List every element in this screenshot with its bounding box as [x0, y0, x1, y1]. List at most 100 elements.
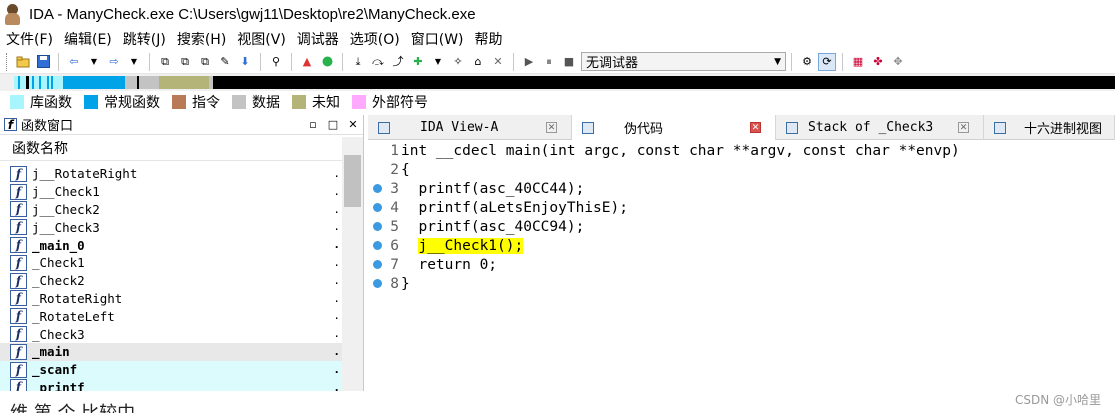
- menu-edit[interactable]: 编辑(E): [58, 29, 117, 49]
- green-dot-icon[interactable]: [318, 53, 336, 71]
- segment-marker: .: [333, 327, 340, 341]
- toolbar-grip[interactable]: [6, 52, 9, 71]
- function-list-item[interactable]: f _Check3.: [0, 325, 342, 343]
- functions-window-titlebar[interactable]: f 函数窗口 ▫ □ ✕: [0, 115, 363, 135]
- maximize-icon[interactable]: □: [323, 118, 343, 131]
- function-list-item[interactable]: f _RotateRight.: [0, 290, 342, 308]
- menu-debugger[interactable]: 调试器: [291, 29, 344, 49]
- tab-ida-view-a[interactable]: IDA View-A ✕: [368, 115, 572, 140]
- float-icon[interactable]: ▫: [303, 118, 323, 131]
- menu-options[interactable]: 选项(O): [344, 29, 405, 49]
- function-list-item[interactable]: f _main.: [0, 342, 342, 361]
- navigation-strip[interactable]: [14, 76, 1115, 89]
- pause-icon[interactable]: ⏸: [540, 53, 558, 71]
- code-line[interactable]: 1 int __cdecl main(int argc, const char *…: [368, 141, 1115, 160]
- pseudocode-view[interactable]: 1 int __cdecl main(int argc, const char *…: [368, 140, 1115, 391]
- title-bar: IDA - ManyCheck.exe C:\Users\gwj11\Deskt…: [0, 0, 1115, 28]
- chevron-down-icon: ▼: [774, 56, 781, 67]
- code-line[interactable]: 8}: [368, 274, 1115, 293]
- close-icon[interactable]: ✕: [958, 122, 969, 133]
- breakpoint-icon[interactable]: ✧: [449, 53, 467, 71]
- function-list-item[interactable]: f j__RotateRight.: [0, 165, 342, 183]
- graph-icon[interactable]: ▲: [298, 53, 316, 71]
- step-out-icon[interactable]: ⤴: [389, 53, 407, 71]
- chevron-down-icon[interactable]: ▼: [85, 53, 103, 71]
- breakpoint-dot-icon[interactable]: [373, 222, 382, 231]
- menu-file[interactable]: 文件(F): [0, 29, 58, 49]
- breakpoint-dot-icon[interactable]: [373, 203, 382, 212]
- close-icon[interactable]: ✕: [489, 53, 507, 71]
- breakpoint-dot-icon[interactable]: [373, 184, 382, 193]
- close-icon[interactable]: ✕: [343, 118, 363, 131]
- chevron-down-icon[interactable]: ▼: [125, 53, 143, 71]
- segment-marker: .: [333, 220, 340, 234]
- pin-icon[interactable]: ✤: [869, 53, 887, 71]
- step-into-icon[interactable]: ⤓: [349, 53, 367, 71]
- code-line[interactable]: 3 printf(asc_40CC44);: [368, 179, 1115, 198]
- function-name-column-header[interactable]: 函数名称: [0, 135, 363, 161]
- download-icon[interactable]: ⬇: [236, 53, 254, 71]
- save-icon[interactable]: [34, 53, 52, 71]
- copy-icon[interactable]: ⧉: [156, 53, 174, 71]
- menu-view[interactable]: 视图(V): [231, 29, 291, 49]
- function-list-item[interactable]: f j__Check2.: [0, 201, 342, 219]
- run-icon[interactable]: ▶: [520, 53, 538, 71]
- chevron-down-icon[interactable]: ▼: [429, 53, 447, 71]
- tab-pseudocode[interactable]: 伪代码 ✕: [572, 115, 776, 140]
- code-line[interactable]: 4 printf(aLetsEnjoyThisE);: [368, 198, 1115, 217]
- legend-label: 指令: [192, 95, 220, 111]
- code-line[interactable]: 5 printf(asc_40CC94);: [368, 217, 1115, 236]
- menu-help[interactable]: 帮助: [469, 29, 508, 49]
- navigation-band[interactable]: [0, 74, 1115, 91]
- function-list-item[interactable]: f _printf.: [0, 378, 342, 391]
- breakpoint-dot-icon[interactable]: [373, 260, 382, 269]
- menu-search[interactable]: 搜索(H): [171, 29, 231, 49]
- tab-stack-of-check3[interactable]: Stack of _Check3 ✕: [776, 115, 984, 140]
- line-number: 7: [390, 256, 399, 273]
- open-icon[interactable]: [14, 53, 32, 71]
- list-icon[interactable]: ▦: [849, 53, 867, 71]
- scrollbar-thumb[interactable]: [344, 155, 361, 207]
- code-text: j__Check1();: [401, 237, 524, 254]
- function-list-scrollbar[interactable]: [342, 137, 363, 391]
- binoculars-icon[interactable]: ⚲: [267, 53, 285, 71]
- code-line[interactable]: 6 j__Check1();: [368, 236, 1115, 255]
- close-icon[interactable]: ✕: [750, 122, 761, 133]
- attach-icon[interactable]: ⚙: [798, 53, 816, 71]
- segment-marker: .: [333, 309, 340, 323]
- function-list-item[interactable]: f _scanf.: [0, 360, 342, 379]
- function-list-item[interactable]: f _Check1.: [0, 254, 342, 272]
- function-name: j__Check1: [32, 184, 100, 200]
- function-list-item[interactable]: f _RotateLeft.: [0, 307, 342, 325]
- ida-app-icon: [3, 3, 23, 25]
- segment-marker: .: [333, 362, 340, 376]
- toolbar-separator: [291, 52, 292, 71]
- function-list-item[interactable]: f j__Check3.: [0, 218, 342, 236]
- breakpoint-dot-icon[interactable]: [373, 241, 382, 250]
- back-icon[interactable]: ⇦: [65, 53, 83, 71]
- function-list-item[interactable]: f _main_0.: [0, 236, 342, 254]
- function-list-item[interactable]: f j__Check1.: [0, 183, 342, 201]
- legend-item-regular: 常规函数: [84, 92, 160, 112]
- debugger-select[interactable]: 无调试器 ▼: [581, 52, 786, 71]
- function-icon: f: [10, 290, 27, 307]
- close-icon[interactable]: ✕: [546, 122, 557, 133]
- trace-icon[interactable]: ⌂: [469, 53, 487, 71]
- run-to-icon[interactable]: ✚: [409, 53, 427, 71]
- paste-icon[interactable]: ⧉: [176, 53, 194, 71]
- unpin-icon[interactable]: ✥: [889, 53, 907, 71]
- step-over-icon[interactable]: ⤼: [369, 53, 387, 71]
- tab-hex-view[interactable]: 十六进制视图: [984, 115, 1115, 140]
- stop-icon[interactable]: ■: [560, 53, 578, 71]
- code-line[interactable]: 7 return 0;: [368, 255, 1115, 274]
- code-line[interactable]: 2{: [368, 160, 1115, 179]
- breakpoint-dot-icon[interactable]: [373, 279, 382, 288]
- eraser-icon[interactable]: ✎: [216, 53, 234, 71]
- forward-icon[interactable]: ⇨: [105, 53, 123, 71]
- menu-jump[interactable]: 跳转(J): [117, 29, 171, 49]
- function-window-icon: f: [4, 118, 17, 132]
- cut-icon[interactable]: ⧉: [196, 53, 214, 71]
- function-list-item[interactable]: f _Check2.: [0, 272, 342, 290]
- menu-windows[interactable]: 窗口(W): [405, 29, 469, 49]
- refresh-icon[interactable]: ⟳: [818, 52, 836, 71]
